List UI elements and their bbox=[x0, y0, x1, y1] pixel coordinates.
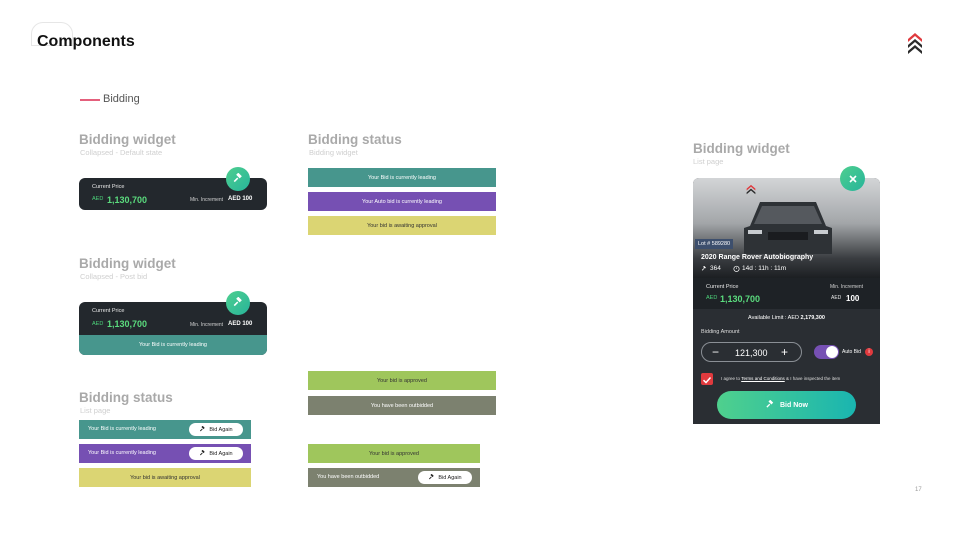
time-left-value: 14d : 11h : 11m bbox=[742, 265, 787, 272]
gavel-button[interactable] bbox=[226, 291, 250, 315]
status-text: Your Bid is currently leading bbox=[88, 450, 156, 456]
currency-label: AED bbox=[92, 196, 104, 202]
bid-now-button[interactable]: Bid Now bbox=[717, 391, 856, 419]
checkmark-icon bbox=[702, 376, 712, 384]
decrement-button[interactable]: − bbox=[712, 345, 719, 359]
status-leading-bar: Your Bid is currently leading bbox=[79, 335, 267, 355]
available-limit: Available Limit : AED 2,179,300 bbox=[693, 315, 880, 321]
bid-again-label: Bid Again bbox=[438, 474, 462, 481]
status-outbidded-bar: You have been outbidded bbox=[308, 396, 496, 415]
car-image-icon bbox=[744, 202, 832, 254]
car-photo: Lot # 589280 2020 Range Rover Autobiogra… bbox=[693, 178, 880, 278]
section-accent-line bbox=[80, 99, 100, 101]
widget-list-title: Bidding widget bbox=[693, 141, 790, 156]
brand-watermark-icon bbox=[746, 184, 756, 195]
status-leading-bar: Your Bid is currently leading bbox=[308, 168, 496, 187]
available-limit-value: 2,179,300 bbox=[800, 315, 825, 321]
bid-count: 364 bbox=[701, 265, 721, 272]
gavel-icon bbox=[429, 474, 435, 480]
status-text: You have been outbidded bbox=[317, 474, 380, 480]
current-price: 1,130,700 bbox=[107, 195, 148, 205]
section-label: Bidding bbox=[103, 93, 140, 105]
widget-default-subtitle: Collapsed - Default state bbox=[80, 148, 163, 157]
min-increment-label: Min. Increment bbox=[190, 322, 224, 328]
gavel-icon bbox=[233, 297, 242, 307]
gavel-button[interactable] bbox=[226, 167, 250, 191]
bid-count-value: 364 bbox=[710, 265, 721, 272]
terms-prefix: I agree to bbox=[721, 376, 741, 381]
current-price-label: Current Price bbox=[92, 184, 125, 190]
gavel-icon bbox=[233, 173, 242, 183]
car-name: 2020 Range Rover Autobiography bbox=[701, 254, 814, 261]
status-awaiting-row: Your bid is awaiting approval bbox=[79, 468, 251, 487]
widget-default-title: Bidding widget bbox=[79, 132, 176, 147]
status-awaiting-bar: Your bid is awaiting approval bbox=[308, 216, 496, 235]
currency-label: AED bbox=[92, 321, 104, 327]
page-title: Components bbox=[37, 33, 135, 50]
time-left: 14d : 11h : 11m bbox=[733, 265, 786, 272]
bid-now-label: Bid Now bbox=[780, 401, 808, 409]
gavel-icon bbox=[701, 265, 706, 271]
lot-number: Lot # 589280 bbox=[695, 239, 734, 249]
min-increment-label: Min. Increment bbox=[190, 197, 224, 203]
current-price: 1,130,700 bbox=[107, 319, 148, 329]
status-widget-subtitle: Bidding widget bbox=[309, 148, 358, 157]
min-increment-label: Min. Increment bbox=[830, 284, 864, 290]
brand-logo-icon bbox=[908, 33, 922, 54]
status-auto-leading-row: Your Bid is currently leading Bid Again bbox=[79, 444, 251, 463]
terms-checkbox[interactable] bbox=[701, 373, 713, 385]
gavel-icon bbox=[200, 426, 206, 432]
status-leading-row: Your Bid is currently leading Bid Again bbox=[79, 420, 251, 439]
current-price-label: Current Price bbox=[92, 308, 125, 314]
auto-bid-label: Auto Bid bbox=[842, 349, 861, 355]
min-increment-value: AED 100 bbox=[228, 196, 253, 202]
widget-post-title: Bidding widget bbox=[79, 256, 176, 271]
price-panel: Current Price AED 1,130,700 Min. Increme… bbox=[693, 278, 880, 309]
widget-post-subtitle: Collapsed - Post bid bbox=[80, 272, 148, 281]
status-approved-row: Your bid is approved bbox=[308, 444, 480, 463]
terms-text: I agree to Terms and Conditions & I have… bbox=[721, 376, 840, 381]
widget-list-subtitle: List page bbox=[693, 157, 724, 166]
bid-again-button[interactable]: Bid Again bbox=[189, 447, 243, 460]
info-icon[interactable]: i bbox=[865, 348, 873, 356]
bidding-amount-label: Bidding Amount bbox=[701, 329, 740, 335]
current-price: 1,130,700 bbox=[720, 294, 761, 304]
bid-again-label: Bid Again bbox=[209, 450, 233, 457]
gavel-icon bbox=[200, 450, 206, 456]
bid-again-button[interactable]: Bid Again bbox=[189, 423, 243, 436]
currency-label: AED bbox=[706, 295, 718, 301]
status-widget-title: Bidding status bbox=[308, 132, 402, 147]
status-list-title: Bidding status bbox=[79, 390, 173, 405]
timer-icon bbox=[733, 265, 740, 272]
status-outbidded-row: You have been outbidded Bid Again bbox=[308, 468, 480, 487]
available-limit-label: Available Limit : AED bbox=[748, 315, 799, 321]
close-button[interactable] bbox=[840, 166, 865, 191]
min-increment-currency: AED bbox=[831, 295, 842, 301]
bid-amount-stepper[interactable]: − 121,300 + bbox=[701, 342, 802, 362]
bid-again-button[interactable]: Bid Again bbox=[418, 471, 472, 484]
toggle-knob bbox=[826, 346, 838, 358]
gavel-icon bbox=[766, 400, 774, 408]
increment-button[interactable]: + bbox=[781, 345, 788, 359]
bidding-widget-list-card: Lot # 589280 2020 Range Rover Autobiogra… bbox=[693, 178, 880, 424]
current-price-label: Current Price bbox=[706, 284, 739, 290]
status-approved-bar: Your bid is approved bbox=[308, 371, 496, 390]
min-increment-value: AED 100 bbox=[228, 321, 253, 327]
terms-link[interactable]: Terms and Conditions bbox=[741, 376, 785, 381]
bid-amount-value[interactable]: 121,300 bbox=[735, 348, 768, 358]
min-increment-value: 100 bbox=[846, 294, 860, 303]
terms-suffix: & I have inspected the item bbox=[785, 376, 841, 381]
auto-bid-toggle[interactable] bbox=[814, 345, 839, 359]
close-icon bbox=[848, 174, 857, 183]
status-text: Your Bid is currently leading bbox=[88, 426, 156, 432]
status-list-subtitle: List page bbox=[80, 406, 111, 415]
status-auto-leading-bar: Your Auto bid is currently leading bbox=[308, 192, 496, 211]
page-number: 17 bbox=[915, 487, 922, 493]
bid-again-label: Bid Again bbox=[209, 426, 233, 433]
